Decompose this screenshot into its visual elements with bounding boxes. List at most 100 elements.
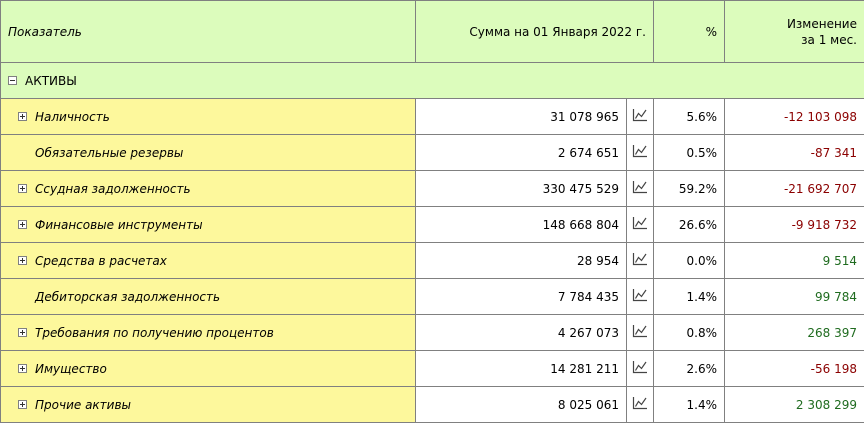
row-sum-cell: 31 078 965	[416, 99, 627, 135]
row-chart-cell	[627, 387, 654, 423]
line-chart-icon[interactable]	[632, 216, 648, 233]
row-change-cell: -21 692 707	[725, 171, 864, 207]
table-row[interactable]: Ссудная задолженность 330 475 529 59.2% -21…	[1, 171, 864, 207]
row-percent-cell: 1.4%	[654, 387, 725, 423]
row-percent: 2.6%	[687, 362, 718, 376]
row-percent: 0.5%	[687, 146, 718, 160]
column-header-change-line2: за 1 мес.	[801, 33, 857, 47]
row-change: -12 103 098	[784, 110, 857, 124]
line-chart-icon[interactable]	[632, 144, 648, 161]
row-sum-cell: 2 674 651	[416, 135, 627, 171]
row-change-cell: 2 308 299	[725, 387, 864, 423]
expand-toggle-icon[interactable]	[18, 220, 27, 229]
column-header-change[interactable]: Изменение за 1 мес.	[725, 1, 864, 63]
row-name: Требования по получению процентов	[35, 326, 274, 340]
group-cell: АКТИВЫ	[1, 63, 864, 99]
row-change: 268 397	[807, 326, 857, 340]
table-row[interactable]: Обязательные резервы2 674 6510.5%-87 341	[1, 135, 864, 171]
expand-toggle-icon[interactable]	[18, 400, 27, 409]
row-sum: 148 668 804	[543, 218, 619, 232]
group-label: АКТИВЫ	[25, 74, 77, 88]
row-sum-cell: 4 267 073	[416, 315, 627, 351]
row-chart-cell	[627, 135, 654, 171]
line-chart-icon[interactable]	[632, 324, 648, 341]
row-name: Ссудная задолженность	[35, 182, 191, 196]
column-header-change-line1: Изменение	[787, 17, 857, 31]
row-name-cell: Прочие активы	[1, 387, 416, 423]
row-sum: 31 078 965	[550, 110, 619, 124]
row-change: 9 514	[823, 254, 857, 268]
table-row[interactable]: Финансовые инструменты 148 668 804 26.6% -9…	[1, 207, 864, 243]
row-name: Наличность	[35, 110, 110, 124]
table-row[interactable]: Имущество 14 281 211 2.6% -56 198	[1, 351, 864, 387]
row-chart-cell	[627, 243, 654, 279]
table-row[interactable]: Требования по получению процентов 4 267 0…	[1, 315, 864, 351]
row-change: -21 692 707	[784, 182, 857, 196]
row-change: -87 341	[811, 146, 857, 160]
column-header-percent[interactable]: %	[654, 1, 725, 63]
row-percent: 0.8%	[687, 326, 718, 340]
column-header-indicator[interactable]: Показатель	[1, 1, 416, 63]
row-sum-cell: 148 668 804	[416, 207, 627, 243]
row-percent-cell: 5.6%	[654, 99, 725, 135]
row-chart-cell	[627, 279, 654, 315]
row-change-cell: -12 103 098	[725, 99, 864, 135]
table-row[interactable]: Прочие активы 8 025 061 1.4% 2 308 299	[1, 387, 864, 423]
row-sum: 28 954	[577, 254, 619, 268]
row-change-cell: 268 397	[725, 315, 864, 351]
line-chart-icon[interactable]	[632, 180, 648, 197]
row-change: -9 918 732	[792, 218, 857, 232]
row-name-cell: Имущество	[1, 351, 416, 387]
row-percent: 1.4%	[687, 398, 718, 412]
line-chart-icon[interactable]	[632, 360, 648, 377]
row-change-cell: -9 918 732	[725, 207, 864, 243]
row-chart-cell	[627, 99, 654, 135]
row-percent-cell: 26.6%	[654, 207, 725, 243]
row-name-cell: Финансовые инструменты	[1, 207, 416, 243]
line-chart-icon[interactable]	[632, 288, 648, 305]
row-name-cell: Дебиторская задолженность	[1, 279, 416, 315]
group-row-assets[interactable]: АКТИВЫ	[1, 63, 864, 99]
row-name: Прочие активы	[35, 398, 131, 412]
row-change-cell: -56 198	[725, 351, 864, 387]
collapse-toggle-icon[interactable]	[8, 76, 17, 85]
row-change-cell: 99 784	[725, 279, 864, 315]
row-name: Имущество	[35, 362, 107, 376]
row-change: 2 308 299	[796, 398, 857, 412]
row-sum: 2 674 651	[558, 146, 619, 160]
row-percent: 0.0%	[687, 254, 718, 268]
row-percent: 26.6%	[679, 218, 717, 232]
row-percent-cell: 1.4%	[654, 279, 725, 315]
expand-toggle-icon[interactable]	[18, 184, 27, 193]
line-chart-icon[interactable]	[632, 396, 648, 413]
expand-toggle-icon[interactable]	[18, 364, 27, 373]
table-row[interactable]: Дебиторская задолженность7 784 4351.4%99…	[1, 279, 864, 315]
row-percent-cell: 59.2%	[654, 171, 725, 207]
table-row[interactable]: Средства в расчетах 28 954 0.0% 9 514	[1, 243, 864, 279]
row-change-cell: -87 341	[725, 135, 864, 171]
row-percent: 59.2%	[679, 182, 717, 196]
row-sum-cell: 330 475 529	[416, 171, 627, 207]
row-sum: 8 025 061	[558, 398, 619, 412]
row-chart-cell	[627, 351, 654, 387]
row-name: Финансовые инструменты	[35, 218, 203, 232]
row-name-cell: Требования по получению процентов	[1, 315, 416, 351]
row-name: Дебиторская задолженность	[35, 290, 220, 304]
table-row[interactable]: Наличность 31 078 965 5.6% -12 103 098	[1, 99, 864, 135]
row-percent-cell: 2.6%	[654, 351, 725, 387]
row-sum-cell: 28 954	[416, 243, 627, 279]
row-name-cell: Средства в расчетах	[1, 243, 416, 279]
column-header-sum[interactable]: Сумма на 01 Января 2022 г.	[416, 1, 654, 63]
row-chart-cell	[627, 171, 654, 207]
expand-toggle-icon[interactable]	[18, 256, 27, 265]
row-percent-cell: 0.8%	[654, 315, 725, 351]
line-chart-icon[interactable]	[632, 252, 648, 269]
row-chart-cell	[627, 207, 654, 243]
expand-toggle-icon[interactable]	[18, 328, 27, 337]
row-change: -56 198	[811, 362, 857, 376]
row-change-cell: 9 514	[725, 243, 864, 279]
expand-toggle-icon[interactable]	[18, 112, 27, 121]
table-header-row: Показатель Сумма на 01 Января 2022 г. % …	[1, 1, 864, 63]
line-chart-icon[interactable]	[632, 108, 648, 125]
row-sum: 14 281 211	[550, 362, 619, 376]
